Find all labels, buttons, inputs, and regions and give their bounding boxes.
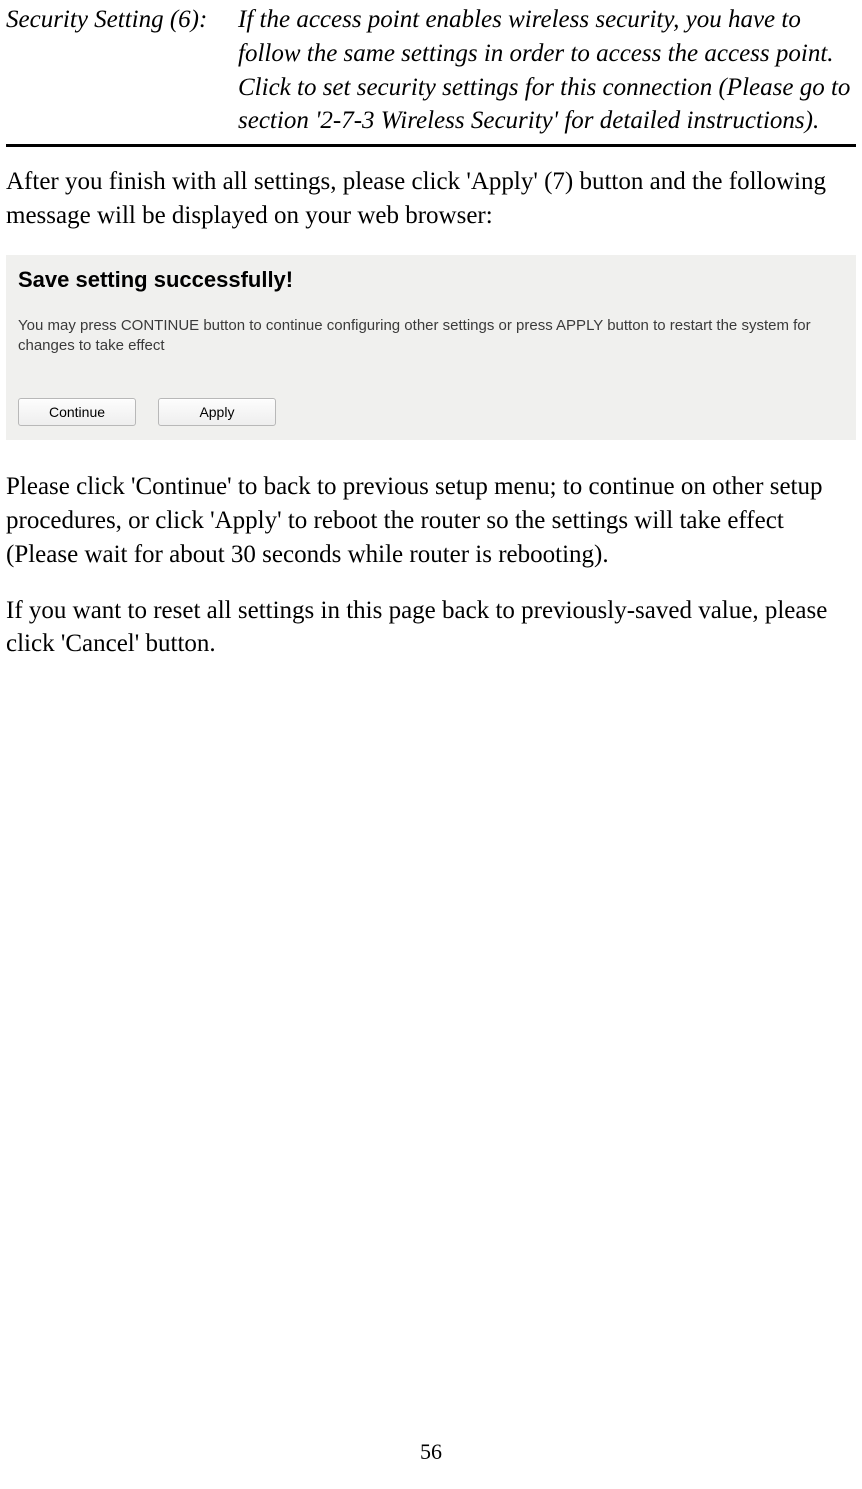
definition-term: Security Setting (6): [6, 3, 238, 138]
paragraph-apply-instruction: After you finish with all settings, plea… [6, 165, 856, 233]
dialog-button-row: Continue Apply [18, 393, 844, 427]
horizontal-rule [6, 144, 856, 147]
paragraph-continue-apply: Please click 'Continue' to back to previ… [6, 470, 856, 571]
definition-body: If the access point enables wireless sec… [238, 3, 856, 138]
security-setting-definition: Security Setting (6): If the access poin… [6, 3, 856, 138]
save-success-dialog: Save setting successfully! You may press… [6, 255, 856, 441]
dialog-title: Save setting successfully! [18, 265, 844, 295]
paragraph-cancel: If you want to reset all settings in thi… [6, 594, 856, 662]
continue-button[interactable]: Continue [18, 398, 136, 426]
page-number: 56 [0, 1437, 862, 1467]
apply-button[interactable]: Apply [158, 398, 276, 426]
dialog-message: You may press CONTINUE button to continu… [18, 316, 844, 357]
